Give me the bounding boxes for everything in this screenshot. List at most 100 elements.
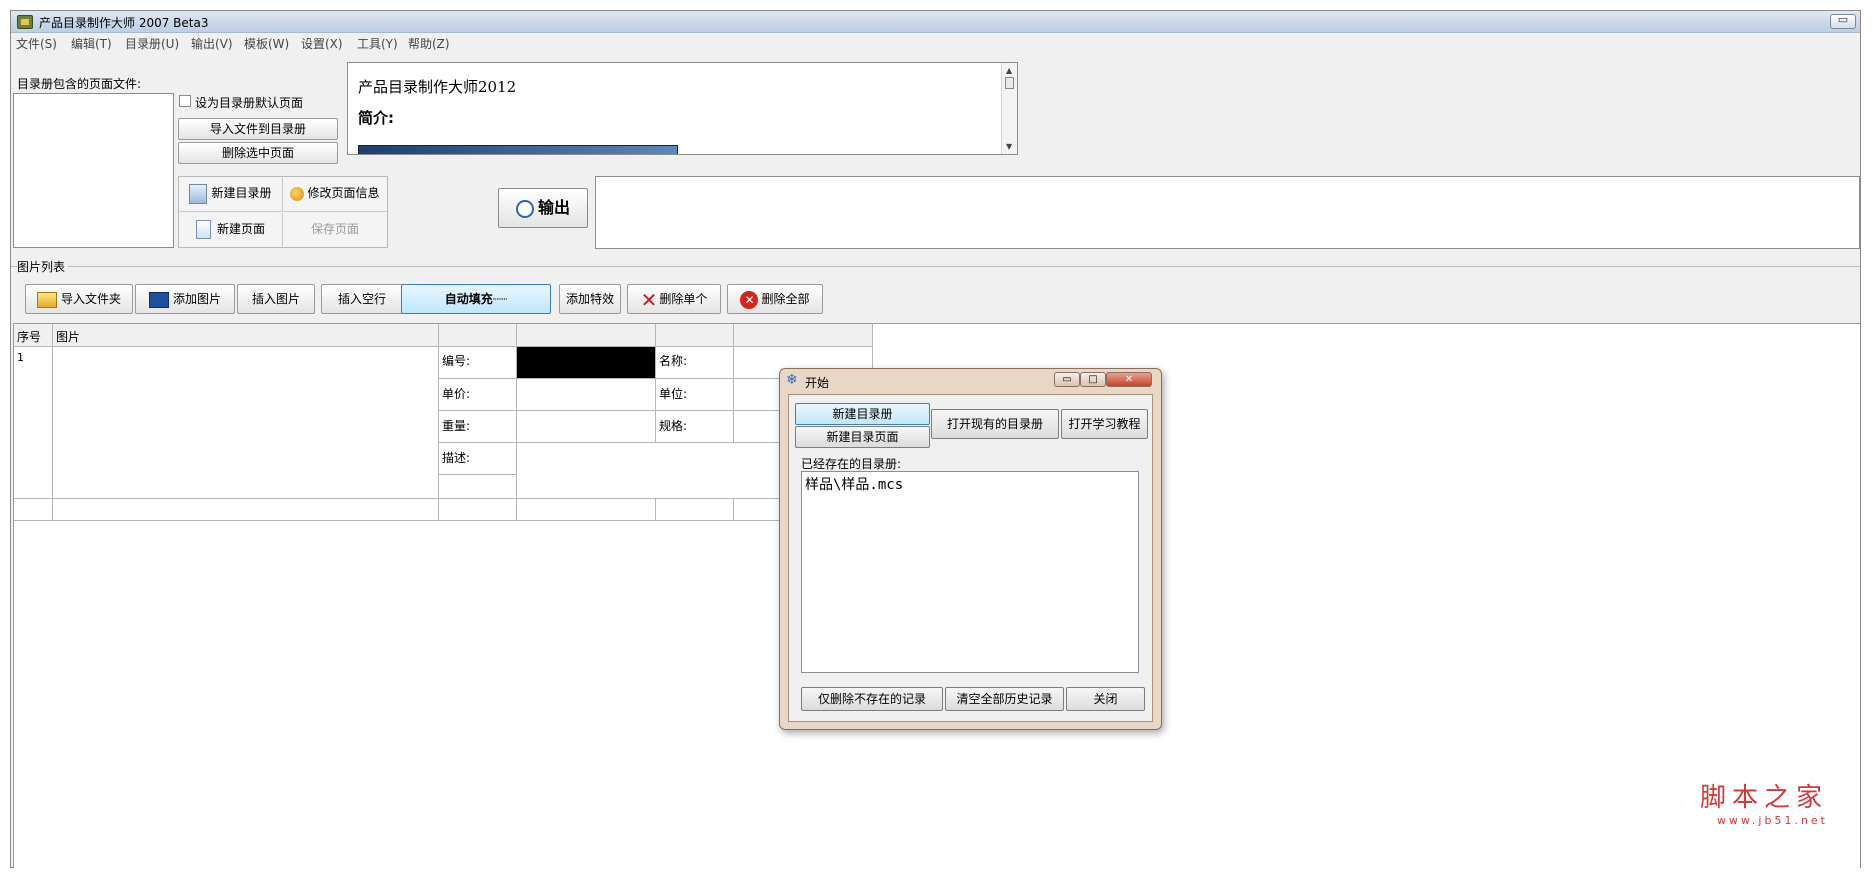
delete-one-button[interactable]: ✕ 删除单个 xyxy=(627,284,721,314)
scroll-down-icon[interactable]: ▼ xyxy=(1006,142,1012,151)
title-bar: 产品目录制作大师 2007 Beta3 ▭ xyxy=(11,11,1860,33)
open-existing-button[interactable]: 打开现有的目录册 xyxy=(931,409,1059,439)
start-dialog: ❄ 开始 ▭ □ ✕ 新建目录册 新建目录页面 打开现有的目录册 打开学习教程 … xyxy=(779,368,1162,730)
dialog-body: 新建目录册 新建目录页面 打开现有的目录册 打开学习教程 已经存在的目录册: 样… xyxy=(788,394,1153,722)
column-header-image: 图片 xyxy=(56,330,81,344)
dialog-close-x-button[interactable]: ✕ xyxy=(1106,372,1152,387)
new-page-icon xyxy=(195,220,211,239)
edit-info-icon xyxy=(290,186,305,201)
page-files-list[interactable] xyxy=(13,93,174,248)
scroll-up-icon[interactable]: ▲ xyxy=(1006,66,1012,75)
new-catalog-icon xyxy=(189,183,208,204)
watermark: 脚本之家 www.jb51.net xyxy=(1700,777,1828,827)
delete-all-icon: ✕ xyxy=(740,290,759,309)
minimize-button[interactable]: ▭ xyxy=(1830,14,1856,29)
existing-catalogs-list[interactable]: 样品\样品.mcs xyxy=(801,471,1139,673)
page-files-label: 目录册包含的页面文件: xyxy=(17,77,142,91)
new-page-label: 新建页面 xyxy=(216,222,265,236)
dialog-maximize-button[interactable]: □ xyxy=(1080,372,1106,387)
grid-line xyxy=(733,498,734,520)
menu-tools[interactable]: 工具(Y) xyxy=(357,35,398,52)
grid-line xyxy=(14,498,872,499)
price-label: 单价: xyxy=(442,387,471,401)
delete-selected-page-button[interactable]: 删除选中页面 xyxy=(178,142,338,164)
menu-edit[interactable]: 编辑(T) xyxy=(71,35,112,52)
new-catalog-button[interactable]: 新建目录册 xyxy=(179,177,283,212)
folder-icon xyxy=(36,291,57,308)
grid-line xyxy=(14,346,872,347)
stopwatch-icon xyxy=(515,199,534,218)
delete-all-button[interactable]: ✕ 删除全部 xyxy=(727,284,823,314)
edit-page-info-label: 修改页面信息 xyxy=(307,186,380,200)
import-folder-label: 导入文件夹 xyxy=(60,292,121,306)
add-effect-button[interactable]: 添加特效 xyxy=(559,284,621,314)
column-header-index: 序号 xyxy=(17,330,42,344)
grid-line xyxy=(438,324,439,520)
grid-header xyxy=(14,324,872,346)
existing-catalog-item[interactable]: 样品\样品.mcs xyxy=(805,474,903,494)
open-tutorial-button[interactable]: 打开学习教程 xyxy=(1061,409,1148,439)
edit-page-info-button[interactable]: 修改页面信息 xyxy=(283,177,387,212)
output-button[interactable]: 输出 xyxy=(498,188,588,228)
red-x-icon: ✕ xyxy=(640,287,658,312)
row-index: 1 xyxy=(17,351,24,364)
menu-output[interactable]: 输出(V) xyxy=(191,35,233,52)
watermark-title: 脚本之家 xyxy=(1699,783,1828,813)
close-button[interactable]: 关闭 xyxy=(1066,687,1145,711)
grid-line xyxy=(52,324,53,520)
menu-file[interactable]: 文件(S) xyxy=(16,35,57,52)
grid-line xyxy=(438,474,516,475)
window-title: 产品目录制作大师 2007 Beta3 xyxy=(39,16,209,30)
auto-fill-button[interactable]: 自动填充┈┈ xyxy=(401,284,551,314)
import-to-catalog-button[interactable]: 导入文件到目录册 xyxy=(178,118,338,140)
code-label: 编号: xyxy=(442,354,471,368)
menu-bar: 文件(S) 编辑(T) 目录册(U) 输出(V) 模板(W) 设置(X) 工具(… xyxy=(11,33,1860,51)
delete-one-label: 删除单个 xyxy=(659,292,708,306)
menu-template[interactable]: 模板(W) xyxy=(244,35,289,52)
menu-catalog[interactable]: 目录册(U) xyxy=(125,35,179,52)
catalog-actions-group: 新建目录册 修改页面信息 新建页面 保存页面 xyxy=(178,176,388,248)
code-value-selected[interactable] xyxy=(517,347,655,378)
watermark-url: www.jb51.net xyxy=(1716,814,1828,827)
delete-all-label: 删除全部 xyxy=(761,292,810,306)
output-panel[interactable] xyxy=(595,176,1860,249)
existing-catalogs-label: 已经存在的目录册: xyxy=(801,457,902,471)
grid-line xyxy=(733,324,734,442)
grid-line xyxy=(655,498,656,520)
preview-scrollbar[interactable]: ▲ ▼ xyxy=(1001,63,1017,154)
insert-blank-row-button[interactable]: 插入空行 xyxy=(321,284,403,314)
image-grid-icon xyxy=(148,291,169,308)
preview-intro: 简介: xyxy=(358,109,394,127)
add-image-label: 添加图片 xyxy=(172,292,221,306)
output-label: 输出 xyxy=(537,198,570,217)
default-page-label: 设为目录册默认页面 xyxy=(195,96,304,110)
save-page-button[interactable]: 保存页面 xyxy=(283,213,387,247)
grid-line xyxy=(14,520,872,521)
weight-label: 重量: xyxy=(442,419,471,433)
new-catalog-page-button[interactable]: 新建目录页面 xyxy=(795,426,930,448)
snowflake-icon: ❄ xyxy=(786,372,798,388)
name-label: 名称: xyxy=(659,354,688,368)
menu-help[interactable]: 帮助(Z) xyxy=(408,35,450,52)
menu-settings[interactable]: 设置(X) xyxy=(301,35,343,52)
new-catalog-label: 新建目录册 xyxy=(211,186,272,200)
scroll-thumb[interactable] xyxy=(1005,77,1014,89)
insert-image-button[interactable]: 插入图片 xyxy=(237,284,315,314)
new-catalog-dialog-button[interactable]: 新建目录册 xyxy=(795,403,930,425)
image-list-label: 图片列表 xyxy=(17,258,69,275)
unit-label: 单位: xyxy=(659,387,688,401)
dialog-title: 开始 xyxy=(805,376,830,390)
page-preview[interactable]: 产品目录制作大师2012 简介: ▲ ▼ xyxy=(347,62,1018,155)
import-folder-button[interactable]: 导入文件夹 xyxy=(25,284,133,314)
add-image-button[interactable]: 添加图片 xyxy=(135,284,235,314)
dialog-minimize-button[interactable]: ▭ xyxy=(1054,372,1080,387)
app-icon xyxy=(17,15,33,29)
grid-line xyxy=(655,324,656,442)
delete-missing-records-button[interactable]: 仅删除不存在的记录 xyxy=(801,687,943,711)
default-page-checkbox[interactable] xyxy=(179,95,191,107)
spec-label: 规格: xyxy=(659,419,688,433)
new-page-button[interactable]: 新建页面 xyxy=(179,213,283,247)
section-divider xyxy=(11,266,1860,267)
description-label: 描述: xyxy=(442,451,471,465)
clear-history-button[interactable]: 清空全部历史记录 xyxy=(945,687,1064,711)
